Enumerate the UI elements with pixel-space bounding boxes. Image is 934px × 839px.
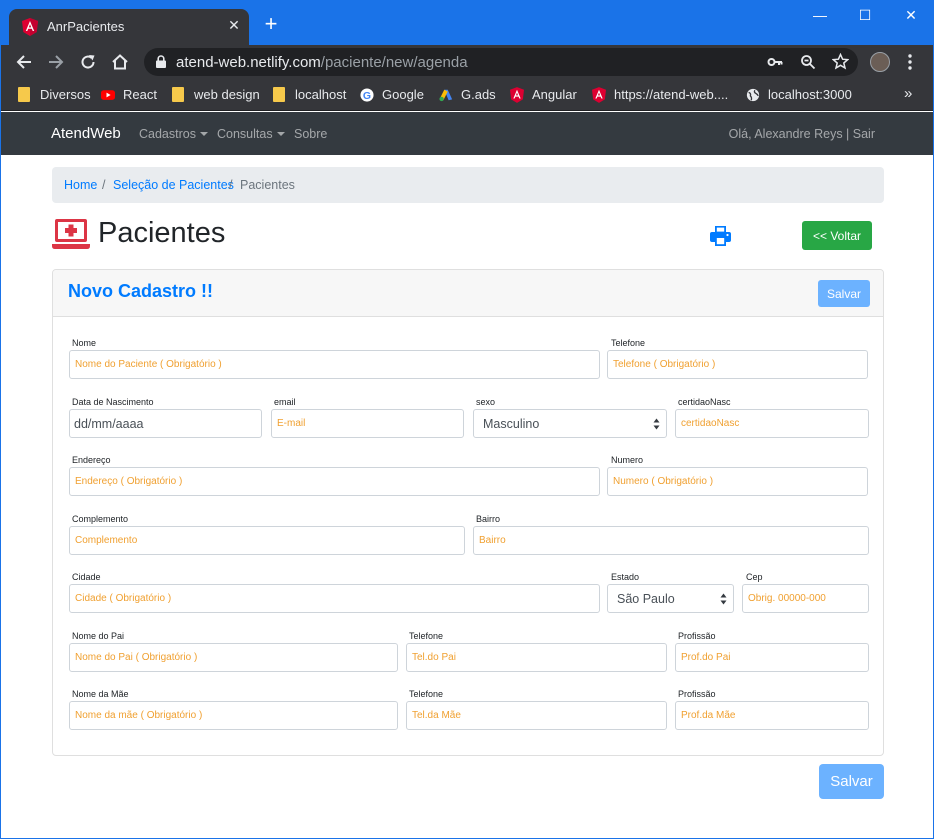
bairro-label: Bairro: [476, 514, 501, 524]
nome-mae-label: Nome da Mãe: [72, 689, 129, 699]
tab-close-icon[interactable]: ✕: [225, 17, 243, 34]
tel-pai-input[interactable]: [406, 643, 667, 672]
cep-input[interactable]: [742, 584, 869, 613]
bookmarks-bar: Diversos React web design localhost G Go…: [1, 79, 933, 111]
nome-input[interactable]: [69, 350, 600, 379]
minimize-icon[interactable]: —: [808, 7, 832, 27]
bairro-input[interactable]: [473, 526, 869, 555]
navbar-brand[interactable]: AtendWeb: [51, 125, 121, 142]
home-icon[interactable]: [109, 51, 131, 73]
new-tab-icon[interactable]: +: [259, 13, 283, 35]
telefone-input[interactable]: [607, 350, 868, 379]
nav-consultas[interactable]: Consultas: [217, 127, 285, 141]
save-button-footer[interactable]: Salvar: [819, 764, 884, 799]
tel-pai-label: Telefone: [409, 631, 444, 641]
maximize-icon[interactable]: ☐: [853, 7, 877, 27]
bookmarks-more-icon[interactable]: »: [904, 85, 912, 102]
medical-laptop-icon: [52, 219, 90, 249]
folder-icon: [273, 87, 285, 102]
profile-avatar[interactable]: [870, 52, 890, 72]
svg-text:G: G: [363, 90, 371, 102]
browser-toolbar: atend-web.netlify.com/paciente/new/agend…: [1, 45, 933, 79]
nome-pai-label: Nome do Pai: [72, 631, 125, 641]
prof-pai-input[interactable]: [675, 643, 869, 672]
card-header: Novo Cadastro !! Salvar: [53, 270, 883, 317]
breadcrumb-selecao[interactable]: Seleção de Pacientes: [113, 178, 234, 192]
numero-input[interactable]: [607, 467, 868, 496]
prof-pai-label: Profissão: [678, 631, 716, 641]
breadcrumb: Home / Seleção de Pacientes / Pacientes: [52, 167, 884, 203]
nav-sobre[interactable]: Sobre: [294, 127, 327, 141]
lock-icon: [156, 55, 166, 68]
back-arrow-icon[interactable]: [13, 51, 35, 73]
reload-icon[interactable]: [77, 51, 99, 73]
youtube-icon: [101, 90, 115, 100]
card-title: Novo Cadastro !!: [68, 281, 214, 301]
certidao-label: certidaoNasc: [678, 397, 731, 407]
cidade-input[interactable]: [69, 584, 600, 613]
breadcrumb-separator: /: [102, 178, 106, 192]
window-close-icon[interactable]: ✕: [899, 7, 923, 27]
nome-mae-input[interactable]: [69, 701, 398, 730]
tab-strip: AnrPacientes ✕ + — ☐ ✕: [1, 1, 933, 45]
numero-label: Numero: [611, 455, 644, 465]
key-icon[interactable]: [766, 53, 784, 71]
endereco-input[interactable]: [69, 467, 600, 496]
nome-pai-input[interactable]: [69, 643, 398, 672]
endereco-label: Endereço: [72, 455, 111, 465]
nav-cadastros[interactable]: Cadastros: [139, 127, 208, 141]
prof-mae-label: Profissão: [678, 689, 716, 699]
telefone-label: Telefone: [611, 338, 646, 348]
menu-kebab-icon[interactable]: [903, 51, 917, 75]
estado-select[interactable]: São Paulo: [607, 584, 734, 613]
prof-mae-input[interactable]: [675, 701, 869, 730]
tab-title: AnrPacientes: [47, 19, 125, 34]
certidao-input[interactable]: [675, 409, 869, 438]
email-label: email: [274, 397, 296, 407]
star-icon[interactable]: [830, 52, 850, 71]
google-ads-icon: [439, 89, 453, 102]
complemento-input[interactable]: [69, 526, 465, 555]
breadcrumb-current: Pacientes: [240, 178, 295, 192]
caret-down-icon: [276, 131, 285, 136]
user-greeting[interactable]: Olá, Alexandre Reys | Sair: [729, 127, 875, 141]
angular-icon: [592, 87, 606, 103]
globe-icon: [746, 88, 760, 102]
caret-down-icon: [199, 131, 208, 136]
tel-mae-input[interactable]: [406, 701, 667, 730]
forward-arrow-icon[interactable]: [45, 51, 67, 73]
folder-icon: [172, 87, 184, 102]
address-bar[interactable]: atend-web.netlify.com/paciente/new/agend…: [144, 48, 858, 76]
estado-label: Estado: [611, 572, 640, 582]
save-button-header[interactable]: Salvar: [818, 280, 870, 307]
nascimento-date-input[interactable]: dd/mm/aaaa: [69, 409, 262, 438]
email-input[interactable]: [271, 409, 464, 438]
google-icon: G: [360, 88, 374, 102]
nome-label: Nome: [72, 338, 97, 348]
page-title: Pacientes: [98, 217, 226, 249]
zoom-icon[interactable]: [799, 53, 817, 71]
breadcrumb-separator: /: [229, 178, 233, 192]
folder-icon: [18, 87, 30, 102]
url-text[interactable]: atend-web.netlify.com/paciente/new/agend…: [176, 54, 468, 71]
tel-mae-label: Telefone: [409, 689, 444, 699]
patient-form-card: Novo Cadastro !! Salvar Nome Telefone Da…: [52, 269, 884, 756]
breadcrumb-home[interactable]: Home: [64, 178, 97, 192]
browser-tab[interactable]: AnrPacientes ✕: [9, 9, 249, 45]
select-arrows-icon: [720, 593, 727, 605]
back-button[interactable]: << Voltar: [802, 221, 872, 250]
nascimento-label: Data de Nascimento: [72, 397, 154, 407]
print-icon[interactable]: [710, 226, 731, 246]
angular-icon: [510, 87, 524, 103]
cidade-label: Cidade: [72, 572, 101, 582]
select-arrows-icon: [653, 418, 660, 430]
app-navbar: AtendWeb Cadastros Consultas Sobre Olá, …: [1, 112, 933, 155]
browser-window: AnrPacientes ✕ + — ☐ ✕ atend-web.netlify…: [0, 0, 934, 839]
cep-label: Cep: [746, 572, 763, 582]
sexo-label: sexo: [476, 397, 496, 407]
sexo-select[interactable]: Masculino: [473, 409, 667, 438]
angular-icon: [22, 18, 38, 36]
complemento-label: Complemento: [72, 514, 129, 524]
